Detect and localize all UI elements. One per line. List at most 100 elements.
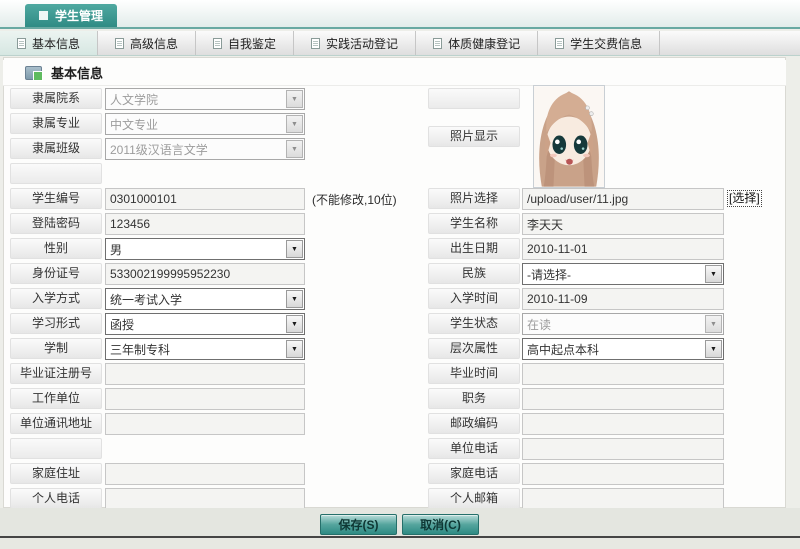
field-label: 隶属专业 [10,113,102,134]
field-label: 学制 [10,338,102,359]
personal-phone-input[interactable] [105,488,305,510]
form-row: 学生名称 [428,213,773,235]
home-address-input[interactable] [105,463,305,485]
form-row: 职务 [428,388,773,410]
tab-strip: 基本信息 高级信息 自我鉴定 实践活动登记 体质健康登记 学生交费信息 [0,31,800,56]
select-value: 在读 [527,316,551,333]
choose-photo-button[interactable]: [选择] [727,190,762,207]
field-label: 学习形式 [10,313,102,334]
field-label: 个人邮箱 [428,488,520,509]
work-address-input[interactable] [105,413,305,435]
work-unit-input[interactable] [105,388,305,410]
tab-self-assessment[interactable]: 自我鉴定 [196,31,294,55]
select-value: 高中起点本科 [527,341,599,358]
document-icon [115,38,124,49]
admission-method-select[interactable]: 统一考试入学 ▼ [105,288,305,310]
diploma-reg-input[interactable] [105,363,305,385]
form-row: 出生日期 [428,238,773,260]
tab-practice-activity[interactable]: 实践活动登记 [294,31,416,55]
personal-email-input[interactable] [522,488,724,510]
study-form-select[interactable]: 函授 ▼ [105,313,305,335]
work-phone-input[interactable] [522,438,724,460]
photo-display-label: 照片显示 [428,126,520,147]
student-status-select[interactable]: 在读 ▼ [522,313,724,335]
enroll-date-input[interactable] [522,288,724,310]
position-input[interactable] [522,388,724,410]
tab-label: 学生交费信息 [570,35,642,52]
schooling-length-select[interactable]: 三年制专科 ▼ [105,338,305,360]
form-row: 照片选择 [选择] [428,188,773,210]
cancel-button[interactable]: 取消(C) [402,514,479,535]
dropdown-arrow-icon: ▼ [705,265,722,283]
form-row: 单位电话 [428,438,773,460]
form-row: 学制 三年制专科 ▼ [10,338,415,360]
blank-label [10,438,102,459]
birth-date-input[interactable] [522,238,724,260]
form-row: 个人邮箱 [428,488,773,510]
form-row: 家庭电话 [428,463,773,485]
class-select[interactable]: 2011级汉语言文学 ▼ [105,138,305,160]
postal-code-input[interactable] [522,413,724,435]
field-label: 性别 [10,238,102,259]
blank-label [428,88,520,109]
home-phone-input[interactable] [522,463,724,485]
form-row: 学生状态 在读 ▼ [428,313,773,335]
form-icon [25,66,42,80]
tab-label: 自我鉴定 [228,35,276,52]
dropdown-arrow-icon: ▼ [286,290,303,308]
id-number-input[interactable] [105,263,305,285]
save-button[interactable]: 保存(S) [320,514,397,535]
student-id-input[interactable] [105,188,305,210]
photo-path-input[interactable] [522,188,724,210]
tab-label: 体质健康登记 [448,35,520,52]
field-label: 学生名称 [428,213,520,234]
major-select[interactable]: 中文专业 ▼ [105,113,305,135]
document-icon [555,38,564,49]
square-bullet-icon [39,11,48,20]
document-icon [433,38,442,49]
field-label: 毕业证注册号 [10,363,102,384]
field-label: 照片选择 [428,188,520,209]
dropdown-arrow-icon: ▼ [286,240,303,258]
select-value: -请选择- [527,266,571,283]
tab-basic-info[interactable]: 基本信息 [0,31,98,55]
dropdown-arrow-icon: ▼ [705,315,722,333]
module-tab-student-management[interactable]: 学生管理 [25,4,117,27]
form-row: 入学方式 统一考试入学 ▼ [10,288,415,310]
password-input[interactable] [105,213,305,235]
field-label: 单位通讯地址 [10,413,102,434]
section-title: 基本信息 [51,63,103,82]
field-label: 邮政编码 [428,413,520,434]
form-row: 工作单位 [10,388,415,410]
form-row: 隶属专业 中文专业 ▼ [10,113,415,135]
field-label: 个人电话 [10,488,102,509]
graduation-date-input[interactable] [522,363,724,385]
form-row: 层次属性 高中起点本科 ▼ [428,338,773,360]
student-name-input[interactable] [522,213,724,235]
student-id-note: (不能修改,10位) [312,191,397,208]
select-value: 2011级汉语言文学 [110,141,208,158]
tab-advanced-info[interactable]: 高级信息 [98,31,196,55]
dropdown-arrow-icon: ▼ [286,340,303,358]
form-row: 登陆密码 [10,213,415,235]
level-attribute-select[interactable]: 高中起点本科 ▼ [522,338,724,360]
form-row: 单位通讯地址 [10,413,415,435]
form-row: 身份证号 [10,263,415,285]
tab-tuition-info[interactable]: 学生交费信息 [538,31,660,55]
form-row: 邮政编码 [428,413,773,435]
dept-select[interactable]: 人文学院 ▼ [105,88,305,110]
ethnicity-select[interactable]: -请选择- ▼ [522,263,724,285]
dropdown-arrow-icon: ▼ [705,340,722,358]
tab-label: 基本信息 [32,35,80,52]
module-tab-label: 学生管理 [55,7,103,24]
button-band [0,508,800,537]
dropdown-arrow-icon: ▼ [286,115,303,133]
select-value: 三年制专科 [110,341,170,358]
blank-label [10,163,102,184]
gender-select[interactable]: 男 ▼ [105,238,305,260]
document-icon [17,38,26,49]
tab-physical-health[interactable]: 体质健康登记 [416,31,538,55]
field-label: 隶属院系 [10,88,102,109]
select-value: 统一考试入学 [110,291,182,308]
field-label: 单位电话 [428,438,520,459]
